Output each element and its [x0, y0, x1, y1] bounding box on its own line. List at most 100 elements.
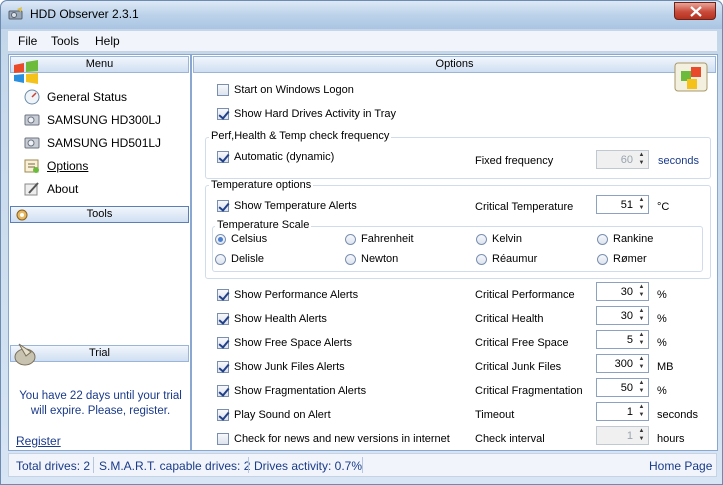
general-status-icon: [24, 89, 40, 105]
checkbox-label: Show Health Alerts: [234, 313, 327, 325]
status-bar: Total drives: 2 S.M.A.R.T. capable drive…: [8, 453, 717, 477]
checkbox-label: Show Free Space Alerts: [234, 337, 353, 349]
critical-temperature-label: Critical Temperature: [475, 201, 574, 213]
critical-temperature-stepper[interactable]: 51 ▲ ▼: [596, 195, 649, 214]
nav-label: About: [47, 182, 79, 196]
stepper-arrows-icon[interactable]: ▲ ▼: [635, 307, 648, 324]
drives-activity-status: Drives activity: 0.7%: [254, 459, 363, 473]
start-logon-checkbox[interactable]: Start on Windows Logon: [217, 84, 354, 96]
stepper-arrows-icon[interactable]: ▲ ▼: [635, 331, 648, 348]
radio-dot: [345, 253, 356, 265]
stepper-arrows-icon[interactable]: ▲ ▼: [635, 379, 648, 396]
fixed-frequency-label: Fixed frequency: [475, 155, 554, 167]
radio-label: Celsius: [231, 233, 268, 245]
unit-label: hours: [657, 433, 685, 445]
checkbox-label: Play Sound on Alert: [234, 409, 331, 421]
menu-tools[interactable]: Tools: [51, 34, 79, 48]
radio-label: Rankine: [613, 233, 654, 245]
radio-dot: [597, 233, 608, 245]
nav-label: Options: [47, 159, 89, 173]
radio-dot: [476, 233, 487, 245]
stepper-arrows-icon[interactable]: ▲ ▼: [635, 355, 648, 372]
show-free-space-checkbox[interactable]: Show Free Space Alerts: [217, 337, 352, 349]
checkbox-box: [217, 337, 229, 349]
critical-fragmentation-label: Critical Fragmentation: [475, 385, 583, 397]
options-puzzle-icon: [674, 62, 708, 92]
hard-drive-icon: [24, 114, 40, 126]
smart-drives-status: S.M.A.R.T. capable drives: 2: [99, 459, 251, 473]
radio-celsius[interactable]: Celsius: [215, 233, 267, 245]
nav-label: SAMSUNG HD300LJ: [47, 113, 162, 127]
critical-performance-label: Critical Performance: [475, 289, 575, 301]
show-fragmentation-checkbox[interactable]: Show Fragmentation Alerts: [217, 385, 366, 397]
radio-label: Delisle: [231, 253, 265, 265]
unit-label: %: [657, 385, 667, 397]
menu-help[interactable]: Help: [95, 34, 120, 48]
show-performance-checkbox[interactable]: Show Performance Alerts: [217, 289, 358, 301]
app-icon: [8, 7, 23, 20]
critical-free-space-stepper[interactable]: 5 ▲ ▼: [596, 330, 649, 349]
stepper-value: 300: [614, 358, 633, 370]
about-icon: [24, 182, 39, 196]
critical-junk-files-stepper[interactable]: 300 ▲ ▼: [596, 354, 649, 373]
play-sound-checkbox[interactable]: Play Sound on Alert: [217, 409, 331, 421]
options-header: Options: [193, 56, 716, 73]
stepper-value: 1: [626, 430, 633, 442]
show-junk-files-checkbox[interactable]: Show Junk Files Alerts: [217, 361, 345, 373]
unit-label: MB: [657, 361, 674, 373]
show-health-checkbox[interactable]: Show Health Alerts: [217, 313, 327, 325]
radio-label: Réaumur: [492, 253, 538, 265]
trial-icon: [14, 343, 36, 366]
stepper-arrows-icon[interactable]: ▲ ▼: [635, 151, 648, 168]
register-link[interactable]: Register: [16, 434, 61, 448]
checkbox-label: Start on Windows Logon: [234, 84, 354, 96]
options-panel: Options Start on Windows Logon Show Hard…: [191, 54, 718, 451]
critical-health-label: Critical Health: [475, 313, 544, 325]
nav-drive-hd300lj[interactable]: SAMSUNG HD300LJ: [23, 111, 161, 129]
timeout-stepper[interactable]: 1 ▲ ▼: [596, 402, 649, 421]
trial-message: You have 22 days until your trial will e…: [19, 390, 182, 417]
stepper-value: 50: [620, 382, 633, 394]
radio-label: Kelvin: [492, 233, 522, 245]
nav-general-status[interactable]: General Status: [23, 88, 127, 106]
tools-header-label: Tools: [86, 208, 113, 220]
radio-kelvin[interactable]: Kelvin: [476, 233, 522, 245]
radio-label: Newton: [361, 253, 399, 265]
nav-about[interactable]: About: [23, 180, 78, 198]
stepper-value: 5: [626, 334, 633, 346]
seconds-unit: seconds: [658, 155, 699, 167]
home-page-link[interactable]: Home Page: [649, 459, 712, 473]
critical-health-stepper[interactable]: 30 ▲ ▼: [596, 306, 649, 325]
radio-label: Fahrenheit: [361, 233, 414, 245]
nav-options[interactable]: Options: [23, 157, 88, 175]
title-bar[interactable]: HDD Observer 2.3.1: [1, 1, 722, 29]
stepper-value: 60: [620, 154, 633, 166]
checkbox-box: [217, 361, 229, 373]
critical-performance-stepper[interactable]: 30 ▲ ▼: [596, 282, 649, 301]
automatic-checkbox[interactable]: Automatic (dynamic): [217, 151, 334, 163]
close-button[interactable]: [674, 2, 716, 20]
checkbox-label: Show Fragmentation Alerts: [234, 385, 367, 397]
radio-rankine[interactable]: Rankine: [597, 233, 653, 245]
show-temperature-checkbox[interactable]: Show Temperature Alerts: [217, 200, 357, 212]
checkbox-box: [217, 313, 229, 325]
stepper-arrows-icon[interactable]: ▲ ▼: [635, 403, 648, 420]
radio-newton[interactable]: Newton: [345, 253, 398, 265]
critical-fragmentation-stepper[interactable]: 50 ▲ ▼: [596, 378, 649, 397]
check-news-checkbox[interactable]: Check for news and new versions in inter…: [217, 433, 450, 445]
radio-fahrenheit[interactable]: Fahrenheit: [345, 233, 414, 245]
tools-header[interactable]: Tools: [10, 206, 189, 223]
nav-drive-hd501lj[interactable]: SAMSUNG HD501LJ: [23, 134, 161, 152]
show-activity-checkbox[interactable]: Show Hard Drives Activity in Tray: [217, 108, 396, 120]
radio-delisle[interactable]: Delisle: [215, 253, 264, 265]
radio-romer[interactable]: Rømer: [597, 253, 647, 265]
check-interval-stepper[interactable]: 1 ▲ ▼: [596, 426, 649, 445]
celsius-unit: °C: [657, 201, 670, 213]
stepper-arrows-icon[interactable]: ▲ ▼: [635, 196, 648, 213]
fixed-frequency-stepper[interactable]: 60 ▲ ▼: [596, 150, 649, 169]
radio-reaumur[interactable]: Réaumur: [476, 253, 537, 265]
stepper-arrows-icon[interactable]: ▲ ▼: [635, 283, 648, 300]
stepper-arrows-icon[interactable]: ▲ ▼: [635, 427, 648, 444]
menu-file[interactable]: File: [18, 34, 37, 48]
checkbox-box: [217, 84, 229, 96]
